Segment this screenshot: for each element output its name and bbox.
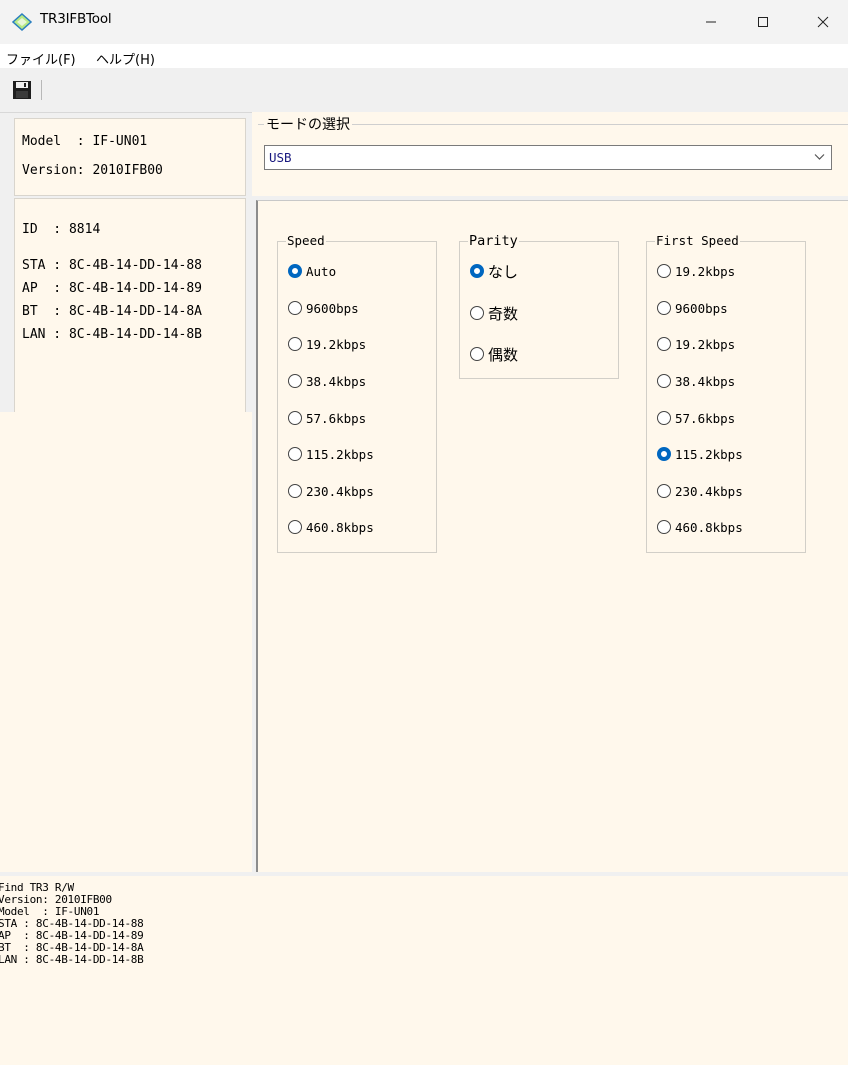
app-icon bbox=[12, 13, 32, 31]
radio-checked-icon bbox=[657, 447, 671, 461]
first-speed-legend: First Speed bbox=[655, 233, 740, 248]
speed-option-460.8kbps[interactable]: 460.8kbps bbox=[288, 517, 374, 537]
radio-label: 偶数 bbox=[488, 345, 519, 364]
radio-label: 230.4kbps bbox=[306, 483, 374, 499]
model-text: Model : IF-UN01 bbox=[22, 134, 148, 149]
parity-option-none[interactable]: なし bbox=[470, 261, 518, 281]
ap-text: AP : 8C-4B-14-DD-14-89 bbox=[22, 281, 203, 296]
mode-selected-value: USB bbox=[269, 150, 292, 165]
radio-label: 19.2kbps bbox=[675, 336, 736, 352]
first-speed-option-19.2kbps-2[interactable]: 19.2kbps bbox=[657, 334, 735, 354]
id-text: ID : 8814 bbox=[22, 222, 101, 237]
radio-icon bbox=[657, 484, 671, 498]
radio-icon bbox=[288, 447, 302, 461]
radio-icon bbox=[657, 337, 671, 351]
radio-label: 38.4kbps bbox=[306, 373, 367, 389]
sta-text: STA : 8C-4B-14-DD-14-88 bbox=[22, 258, 203, 273]
speed-option-38.4kbps[interactable]: 38.4kbps bbox=[288, 371, 366, 391]
radio-label: 460.8kbps bbox=[675, 519, 743, 535]
radio-label: 9600bps bbox=[675, 300, 728, 316]
radio-icon bbox=[288, 411, 302, 425]
radio-label: 57.6kbps bbox=[675, 410, 736, 426]
save-icon[interactable] bbox=[12, 80, 32, 100]
speed-option-57.6kbps[interactable]: 57.6kbps bbox=[288, 408, 366, 428]
toolbar-separator bbox=[41, 80, 42, 100]
first-speed-option-230.4kbps[interactable]: 230.4kbps bbox=[657, 481, 743, 501]
radio-icon bbox=[657, 374, 671, 388]
bt-text: BT : 8C-4B-14-DD-14-8A bbox=[22, 304, 203, 319]
mac-info-panel: ID : 8814 STA : 8C-4B-14-DD-14-88 AP : 8… bbox=[14, 198, 246, 414]
radio-label: Auto bbox=[306, 263, 337, 279]
speed-option-auto[interactable]: Auto bbox=[288, 261, 336, 281]
first-speed-option-19.2kbps[interactable]: 19.2kbps bbox=[657, 261, 735, 281]
chevron-down-icon bbox=[814, 154, 825, 160]
speed-legend: Speed bbox=[286, 233, 326, 248]
first-speed-option-9600bps[interactable]: 9600bps bbox=[657, 298, 728, 318]
log-output[interactable]: Find TR3 R/W Version: 2010IFB00 Model : … bbox=[0, 876, 848, 1065]
first-speed-option-57.6kbps[interactable]: 57.6kbps bbox=[657, 408, 735, 428]
radio-label: 奇数 bbox=[488, 304, 519, 323]
title-bar: TR3IFBTool bbox=[0, 0, 848, 44]
radio-icon bbox=[657, 264, 671, 278]
radio-checked-icon bbox=[288, 264, 302, 278]
left-empty-area bbox=[0, 412, 252, 872]
radio-icon bbox=[288, 337, 302, 351]
settings-panel: Speed Auto 9600bps 19.2kbps 38.4kbps 57.… bbox=[256, 200, 848, 872]
device-info-panel: Model : IF-UN01 Version: 2010IFB00 bbox=[14, 118, 246, 196]
mode-select[interactable]: USB bbox=[264, 145, 832, 170]
first-speed-option-115.2kbps[interactable]: 115.2kbps bbox=[657, 444, 743, 464]
radio-icon bbox=[288, 301, 302, 315]
radio-icon bbox=[288, 520, 302, 534]
menu-file[interactable]: ファイル(F) bbox=[6, 49, 76, 68]
speed-group: Speed Auto 9600bps 19.2kbps 38.4kbps 57.… bbox=[277, 233, 437, 553]
first-speed-option-460.8kbps[interactable]: 460.8kbps bbox=[657, 517, 743, 537]
radio-label: 57.6kbps bbox=[306, 410, 367, 426]
parity-option-even[interactable]: 偶数 bbox=[470, 344, 518, 364]
radio-checked-icon bbox=[470, 264, 484, 278]
speed-option-230.4kbps[interactable]: 230.4kbps bbox=[288, 481, 374, 501]
speed-option-115.2kbps[interactable]: 115.2kbps bbox=[288, 444, 374, 464]
parity-group: Parity なし 奇数 偶数 bbox=[459, 233, 619, 379]
mode-legend: モードの選択 bbox=[264, 114, 352, 134]
menu-bar: ファイル(F) ヘルプ(H) bbox=[0, 44, 848, 68]
radio-label: 115.2kbps bbox=[675, 446, 743, 462]
radio-label: 19.2kbps bbox=[306, 336, 367, 352]
first-speed-group: First Speed 19.2kbps 9600bps 19.2kbps 38… bbox=[646, 233, 806, 553]
radio-label: 460.8kbps bbox=[306, 519, 374, 535]
radio-label: 38.4kbps bbox=[675, 373, 736, 389]
close-button[interactable] bbox=[800, 4, 846, 40]
radio-icon bbox=[470, 306, 484, 320]
radio-label: 115.2kbps bbox=[306, 446, 374, 462]
radio-icon bbox=[288, 374, 302, 388]
radio-icon bbox=[657, 520, 671, 534]
maximize-button[interactable] bbox=[740, 4, 786, 40]
first-speed-option-38.4kbps[interactable]: 38.4kbps bbox=[657, 371, 735, 391]
close-icon bbox=[817, 16, 829, 28]
radio-icon bbox=[657, 411, 671, 425]
parity-legend: Parity bbox=[468, 233, 519, 249]
radio-label: 230.4kbps bbox=[675, 483, 743, 499]
version-text: Version: 2010IFB00 bbox=[22, 163, 163, 178]
radio-icon bbox=[470, 347, 484, 361]
parity-option-odd[interactable]: 奇数 bbox=[470, 303, 518, 323]
radio-icon bbox=[657, 301, 671, 315]
toolbar bbox=[0, 68, 848, 113]
lan-text: LAN : 8C-4B-14-DD-14-8B bbox=[22, 327, 203, 342]
minimize-button[interactable] bbox=[688, 4, 734, 40]
minimize-icon bbox=[706, 21, 716, 23]
radio-label: 9600bps bbox=[306, 300, 359, 316]
window-title: TR3IFBTool bbox=[40, 11, 112, 27]
speed-option-9600bps[interactable]: 9600bps bbox=[288, 298, 359, 318]
maximize-icon bbox=[758, 17, 768, 27]
radio-label: 19.2kbps bbox=[675, 263, 736, 279]
log-line: LAN : 8C-4B-14-DD-14-8B bbox=[0, 953, 144, 966]
menu-help[interactable]: ヘルプ(H) bbox=[96, 49, 155, 68]
radio-label: なし bbox=[488, 262, 519, 281]
speed-option-19.2kbps[interactable]: 19.2kbps bbox=[288, 334, 366, 354]
radio-icon bbox=[288, 484, 302, 498]
